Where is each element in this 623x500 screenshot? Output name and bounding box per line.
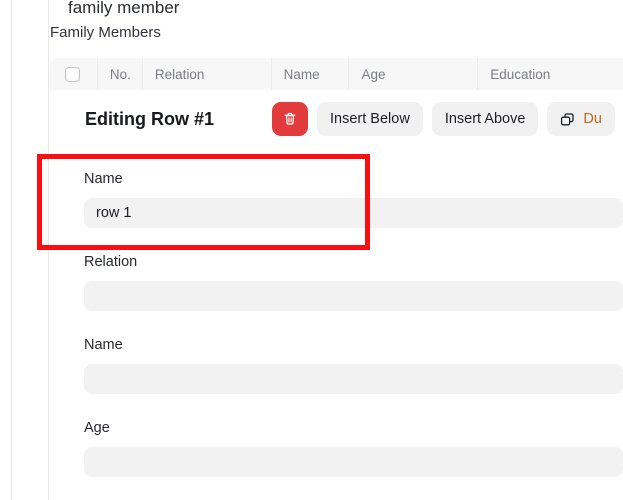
edit-panel-actions: Insert Below Insert Above Du <box>272 102 615 136</box>
copy-icon <box>561 112 575 125</box>
table-header-education[interactable]: Education <box>478 58 623 90</box>
form-input-relation[interactable] <box>84 281 623 311</box>
form-field-name-2: Name <box>84 336 623 394</box>
form-input-name-2[interactable] <box>84 364 623 394</box>
delete-row-button[interactable] <box>272 102 309 136</box>
edit-panel-title: Editing Row #1 <box>85 108 215 129</box>
form-label-name-1: Name <box>84 171 123 187</box>
form-field-relation: Relation <box>84 253 623 311</box>
edit-panel-toolbar: Editing Row #1 Insert Below Insert Above… <box>49 102 623 136</box>
form-input-name-1[interactable]: row 1 <box>84 198 623 228</box>
page-outer-rule <box>11 0 12 500</box>
select-all-checkbox[interactable] <box>65 66 81 82</box>
table-header-relation[interactable]: Relation <box>143 58 272 90</box>
form-label-age: Age <box>84 420 110 436</box>
form-input-age[interactable] <box>84 447 623 477</box>
table-header-no[interactable]: No. <box>98 58 143 90</box>
edit-row-panel: Editing Row #1 Insert Below Insert Above… <box>49 90 623 500</box>
insert-below-button[interactable]: Insert Below <box>317 102 423 136</box>
form-label-relation: Relation <box>84 254 138 270</box>
trash-icon <box>284 112 296 125</box>
table-header-row: No. Relation Name Age Education <box>49 58 623 90</box>
table-header-name[interactable]: Name <box>272 58 350 90</box>
insert-above-button[interactable]: Insert Above <box>431 102 539 136</box>
form-label-name-2: Name <box>84 337 123 353</box>
form-field-name-1: Name row 1 <box>84 170 623 228</box>
duplicate-button-label: Du <box>583 111 602 127</box>
table-header-age[interactable]: Age <box>349 58 479 90</box>
document-heading: family member <box>68 0 180 17</box>
duplicate-button[interactable]: Du <box>547 102 615 136</box>
table-header-select-cell[interactable] <box>49 58 98 90</box>
section-label: Family Members <box>50 24 161 41</box>
form-field-age: Age <box>84 419 623 477</box>
